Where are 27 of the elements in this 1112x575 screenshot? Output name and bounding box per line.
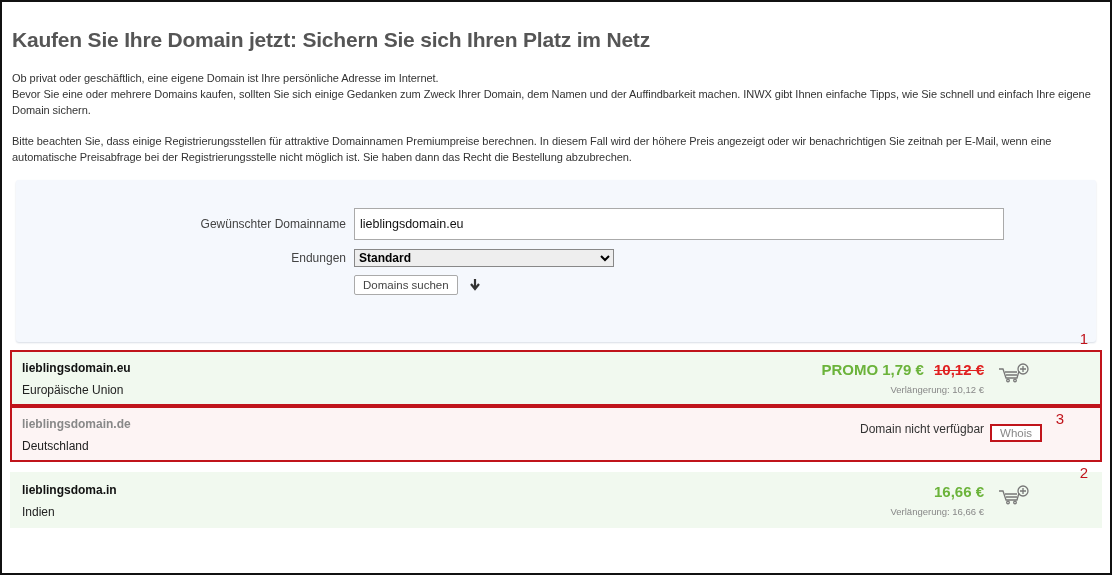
availability-status: Domain nicht verfügbar (860, 422, 985, 438)
field-label: Endungen (291, 250, 346, 265)
cart-add-icon[interactable] (998, 363, 1030, 383)
country-name: Europäische Union (22, 383, 125, 397)
renewal-price: Verlängerung: 16,66 € (890, 506, 984, 517)
callout-number: 3 (1055, 410, 1064, 427)
domain-name: lieblingsdomain.eu (22, 361, 132, 375)
cart-add-icon[interactable] (998, 485, 1030, 505)
domain-input[interactable]: lieblingsdomain.eu (354, 208, 1004, 240)
renewal-price: Verlängerung: 10,12 € (890, 384, 984, 395)
intro-paragraph: Ob privat oder geschäftlich, eine eigene Domain ist Ihre persönliche Adresse im Internet. Bevor Sie eine oder mehrere Domains kaufen, sollten Sie sich einige Gedanken zum Zweck Ihrer Domain, dem Namen und der Auffindbarkeit machen. INWX gibt Ihnen einfache Tipps, wie Sie schnell und einfach Ihre eigene Domain sichern. (12, 71, 1092, 118)
domain-name: lieblingsdoma.in (22, 483, 118, 497)
callout-number: 2 (1079, 464, 1088, 481)
old-price: 10,12 € (933, 361, 984, 378)
extension-select[interactable]: Standard (354, 249, 614, 267)
page-title: Kaufen Sie Ihre Domain jetzt: Sichern Sie sich Ihren Platz im Netz (12, 28, 651, 52)
intro-paragraph: Bitte beachten Sie, dass einige Registrierungsstellen für attraktive Domainnamen Premiumpreise berechnen. In diesem Fall wird der höhere Preis angezeigt oder wir benachrichtigen Sie zeitnah per E-Mail, wenn eine automatische Preisabfrage bei der Registrierungsstelle nicht möglich ist. Sie haben dann das Recht die Bestellung abzubrechen. (12, 134, 1053, 165)
country-name: Deutschland (22, 439, 90, 453)
field-label: Gewünschter Domainname (200, 217, 346, 231)
domain-name: lieblingsdomain.de (22, 417, 132, 431)
price: 16,66 € (933, 483, 984, 500)
whois-button[interactable]: Whois (990, 424, 1042, 442)
price: PROMO 1,79 € 10,12 € (821, 361, 984, 378)
callout-number: 1 (1079, 330, 1088, 347)
country-name: Indien (22, 505, 56, 519)
arrow-down-icon (469, 279, 480, 291)
search-button[interactable]: Domains suchen (354, 275, 458, 295)
